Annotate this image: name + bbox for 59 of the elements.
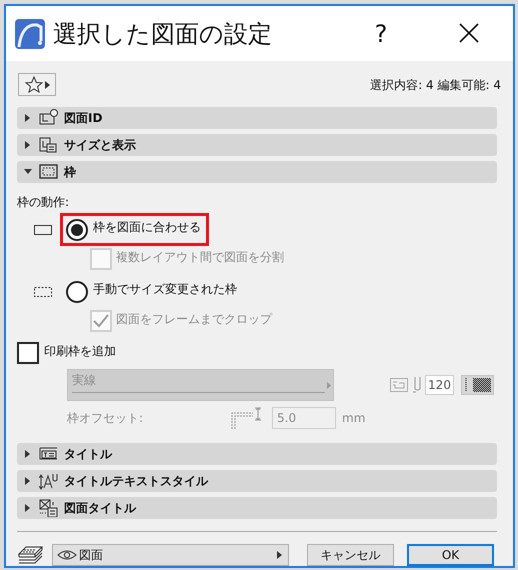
expand-caret-icon <box>25 114 31 122</box>
group-label: 枠の動作: <box>17 194 70 211</box>
drawing-title-icon <box>39 499 58 517</box>
id-icon <box>39 109 58 127</box>
section-header[interactable]: 枠 <box>17 161 497 183</box>
unit-label: mm <box>342 410 366 427</box>
collapse-caret-icon <box>24 169 32 175</box>
frame-icon <box>39 163 58 181</box>
layers-icon <box>18 545 43 565</box>
favorites-button[interactable] <box>18 73 56 96</box>
checkbox[interactable] <box>17 342 39 364</box>
expand-caret-icon <box>25 141 31 149</box>
pen-icon <box>390 378 408 392</box>
caret-icon <box>327 382 331 389</box>
offset-icon <box>231 407 261 429</box>
option-label: 枠を図面に合わせる <box>93 219 201 236</box>
text-style-icon <box>39 472 58 490</box>
section-header[interactable]: 図面ID <box>17 107 497 129</box>
fill-pattern-button[interactable] <box>461 375 494 395</box>
checkmark-icon <box>93 314 109 328</box>
layer-name: 図面 <box>79 547 103 564</box>
selection-summary: 選択内容: 4 編集可能: 4 <box>370 76 501 94</box>
app-logo-icon <box>15 18 45 48</box>
section-header[interactable]: 図面タイトル <box>17 497 497 519</box>
field-label: 枠オフセット: <box>67 410 144 427</box>
pen-nib-icon <box>413 377 422 393</box>
window-title: 選択した図面の設定 <box>53 18 272 50</box>
radio-button[interactable] <box>66 280 88 302</box>
star-icon <box>24 76 42 93</box>
section-header[interactable]: サイズと表示 <box>17 134 497 156</box>
caret-icon <box>277 551 282 559</box>
section-header[interactable]: タイトルテキストスタイル <box>17 470 497 492</box>
expand-caret-icon <box>25 477 31 485</box>
help-button[interactable]: ? <box>366 16 396 50</box>
dialog-button[interactable]: キャンセル <box>307 544 394 566</box>
section-title: タイトル <box>64 446 112 463</box>
expand-caret-icon <box>25 504 31 512</box>
option-label: 図面をフレームまでクロップ <box>116 311 272 328</box>
section-header[interactable]: タイトル <box>17 443 497 465</box>
dialog-button[interactable]: OK <box>407 544 494 566</box>
option-label: 複数レイアウト間で図面を分割 <box>116 249 284 266</box>
hatch-pattern-icon <box>464 378 490 392</box>
layer-dropdown[interactable]: 図面 <box>52 544 289 566</box>
section-title: サイズと表示 <box>64 137 136 154</box>
expand-caret-icon <box>25 450 31 458</box>
caret-icon <box>44 80 50 88</box>
solid-frame-icon <box>34 224 52 234</box>
section-title: 枠 <box>64 164 76 181</box>
radio-button[interactable] <box>66 218 88 240</box>
option-label: 印刷枠を追加 <box>44 343 116 360</box>
section-title: 図面ID <box>64 110 102 127</box>
eye-icon <box>57 549 77 561</box>
option-label: 手動でサイズ変更された枠 <box>93 281 237 298</box>
section-title: 図面タイトル <box>64 500 136 517</box>
close-icon <box>459 23 479 43</box>
size-display-icon <box>39 136 58 154</box>
pen-number-field[interactable]: 120 <box>425 375 454 395</box>
section-title: タイトルテキストスタイル <box>64 473 208 490</box>
dashed-frame-icon <box>34 286 52 296</box>
